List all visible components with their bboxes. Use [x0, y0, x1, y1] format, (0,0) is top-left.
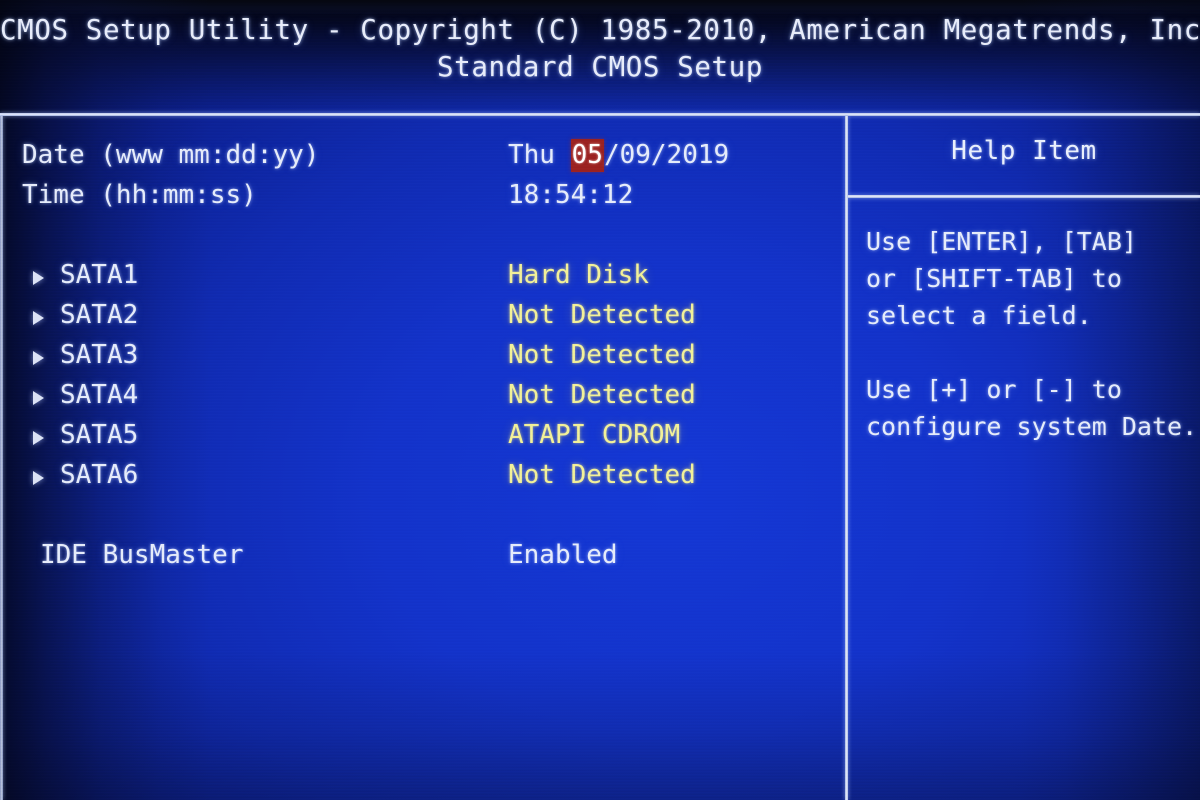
expand-triangle-icon: [33, 311, 44, 325]
help-line: configure system Date.: [866, 412, 1198, 441]
ide-busmaster-value[interactable]: Enabled: [508, 538, 618, 572]
sata1-value[interactable]: Hard Disk: [508, 258, 649, 292]
date-label: Date (www mm:dd:yy): [22, 140, 320, 170]
sata5-label: SATA5: [60, 420, 139, 450]
setting-row-time[interactable]: Time (hh:mm:ss) 18:54:12: [0, 178, 845, 216]
setting-row-date[interactable]: Date (www mm:dd:yy) Thu 05/09/2019: [0, 138, 845, 176]
ide-busmaster-label: IDE BusMaster: [40, 540, 244, 570]
sata1-label: SATA1: [60, 260, 139, 290]
utility-title: CMOS Setup Utility - Copyright (C) 1985-…: [0, 14, 1200, 46]
setting-row-ide-busmaster[interactable]: IDE BusMaster Enabled: [0, 538, 845, 576]
help-pane: Help Item Use [ENTER], [TAB] or [SHIFT-T…: [848, 116, 1200, 800]
sata2-value[interactable]: Not Detected: [508, 298, 696, 332]
help-line: Use [ENTER], [TAB]: [866, 227, 1137, 256]
help-line: or [SHIFT-TAB] to: [866, 264, 1122, 293]
settings-pane: Date (www mm:dd:yy) Thu 05/09/2019 Time …: [0, 116, 845, 800]
setting-row-sata5[interactable]: SATA5 ATAPI CDROM: [0, 418, 845, 456]
sata5-value[interactable]: ATAPI CDROM: [508, 418, 680, 452]
page-title: Standard CMOS Setup: [437, 51, 763, 83]
time-value[interactable]: 18:54:12: [508, 178, 633, 212]
date-day-year: /09/2019: [603, 140, 730, 170]
expand-triangle-icon: [33, 351, 44, 365]
date-month-highlighted[interactable]: 05: [570, 139, 604, 172]
setting-row-sata4[interactable]: SATA4 Not Detected: [0, 378, 845, 416]
title-block: CMOS Setup Utility - Copyright (C) 1985-…: [0, 12, 1200, 86]
date-weekday: Thu: [508, 140, 571, 170]
expand-triangle-icon: [33, 271, 44, 285]
setting-row-sata6[interactable]: SATA6 Not Detected: [0, 458, 845, 496]
help-line: Use [+] or [-] to: [866, 375, 1122, 404]
expand-triangle-icon: [33, 431, 44, 445]
help-line: select a field.: [866, 301, 1092, 330]
expand-triangle-icon: [33, 391, 44, 405]
sata4-value[interactable]: Not Detected: [508, 378, 696, 412]
sata3-value[interactable]: Not Detected: [508, 338, 696, 372]
expand-triangle-icon: [33, 471, 44, 485]
help-pane-title: Help Item: [951, 136, 1097, 166]
sata6-value[interactable]: Not Detected: [508, 458, 696, 492]
sata3-label: SATA3: [60, 340, 139, 370]
help-pane-body: Use [ENTER], [TAB] or [SHIFT-TAB] to sel…: [866, 223, 1198, 445]
setting-row-sata2[interactable]: SATA2 Not Detected: [0, 298, 845, 336]
time-label: Time (hh:mm:ss): [22, 180, 257, 210]
date-value[interactable]: Thu 05/09/2019: [508, 138, 729, 172]
setting-row-sata1[interactable]: SATA1 Hard Disk: [0, 258, 845, 296]
setting-row-sata3[interactable]: SATA3 Not Detected: [0, 338, 845, 376]
sata4-label: SATA4: [60, 380, 139, 410]
sata6-label: SATA6: [60, 460, 139, 490]
help-line-spacer: [866, 334, 1196, 371]
sata2-label: SATA2: [60, 300, 139, 330]
bios-setup-screen: CMOS Setup Utility - Copyright (C) 1985-…: [0, 0, 1200, 800]
